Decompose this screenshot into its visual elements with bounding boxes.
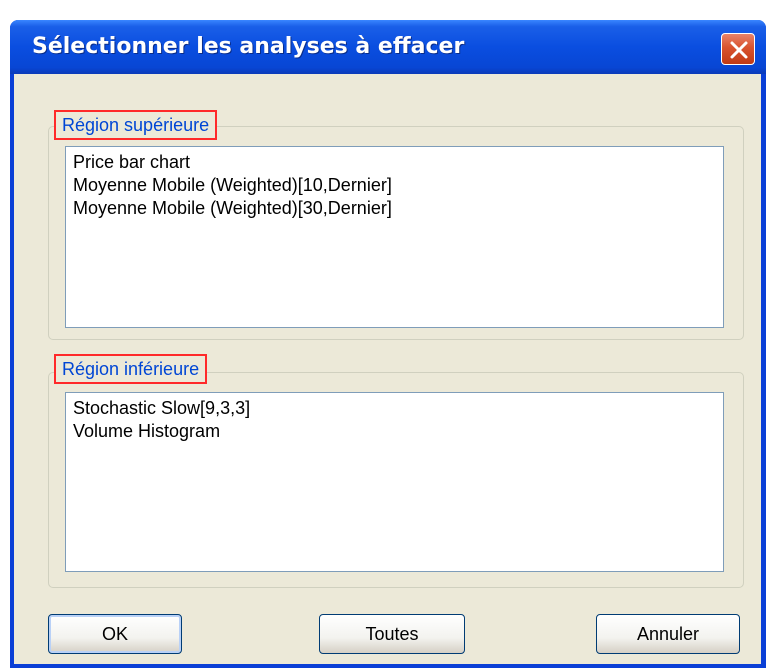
upper-region-list[interactable]: Price bar chart Moyenne Mobile (Weighted… xyxy=(65,146,724,328)
list-item[interactable]: Price bar chart xyxy=(66,151,723,174)
list-item[interactable]: Stochastic Slow[9,3,3] xyxy=(66,397,723,420)
list-item[interactable]: Moyenne Mobile (Weighted)[30,Dernier] xyxy=(66,197,723,220)
list-item[interactable]: Moyenne Mobile (Weighted)[10,Dernier] xyxy=(66,174,723,197)
lower-region-list[interactable]: Stochastic Slow[9,3,3] Volume Histogram xyxy=(65,392,724,572)
dialog-title: Sélectionner les analyses à effacer xyxy=(32,34,465,59)
cancel-button[interactable]: Annuler xyxy=(596,614,740,654)
ok-button[interactable]: OK xyxy=(48,614,182,654)
title-bar[interactable]: Sélectionner les analyses à effacer xyxy=(10,20,766,74)
dialog-window: Sélectionner les analyses à effacer Régi… xyxy=(10,20,766,668)
close-button[interactable] xyxy=(721,33,755,65)
dialog-content: Région supérieure Price bar chart Moyenn… xyxy=(14,74,761,664)
upper-region-label: Région supérieure xyxy=(54,110,218,140)
select-all-button[interactable]: Toutes xyxy=(319,614,465,654)
lower-region-label: Région inférieure xyxy=(54,354,208,384)
close-icon xyxy=(730,41,748,59)
list-item[interactable]: Volume Histogram xyxy=(66,420,723,443)
